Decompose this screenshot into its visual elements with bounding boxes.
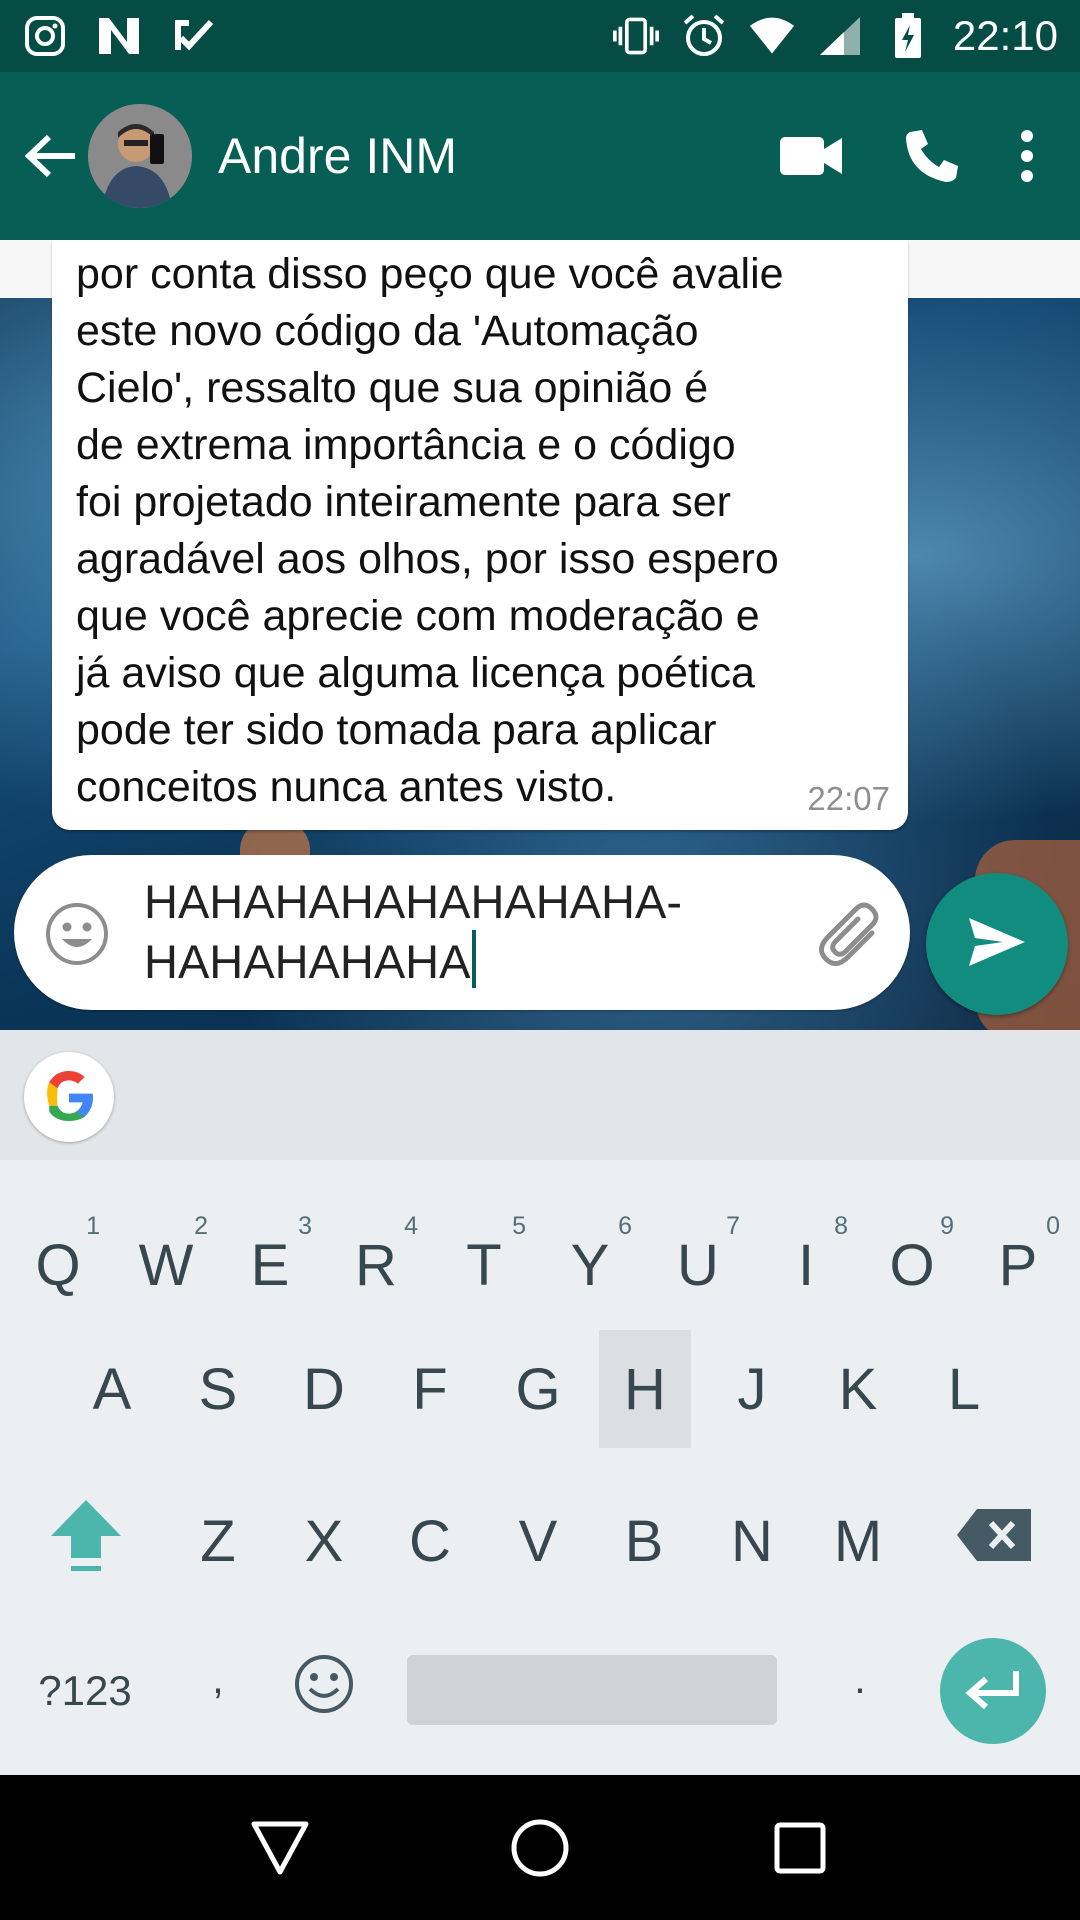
notification-n-icon: [96, 13, 142, 59]
key-l[interactable]: L: [918, 1330, 1010, 1448]
vibrate-icon: [612, 13, 659, 59]
key-p[interactable]: P0: [972, 1206, 1064, 1324]
message-input[interactable]: HAHAHAHAHAHAHAHA- HAHAHAHAHA: [144, 873, 764, 990]
emoji-key[interactable]: [278, 1632, 370, 1750]
google-search-icon[interactable]: [24, 1052, 114, 1142]
back-arrow-icon[interactable]: [16, 121, 86, 191]
period-key[interactable]: .: [814, 1620, 906, 1738]
back-triangle-icon[interactable]: [240, 1808, 320, 1888]
alarm-icon: [681, 13, 727, 59]
key-w[interactable]: W2: [120, 1206, 212, 1324]
chat-header: Andre INM: [0, 72, 1080, 240]
contact-name[interactable]: Andre INM: [218, 127, 457, 185]
enter-key[interactable]: [940, 1638, 1046, 1744]
key-a[interactable]: A: [66, 1330, 158, 1448]
emoji-key-icon: [293, 1653, 355, 1729]
key-u[interactable]: U7: [652, 1206, 744, 1324]
message-input-value: HAHAHAHAHAHAHAHA- HAHAHAHAHA: [144, 875, 682, 988]
home-circle-icon[interactable]: [500, 1808, 580, 1888]
key-o[interactable]: O9: [866, 1206, 958, 1324]
comma-key[interactable]: ,: [172, 1620, 264, 1738]
key-hint: 8: [834, 1212, 848, 1240]
shift-arrow-icon: [49, 1496, 123, 1586]
text-caret: [472, 930, 477, 988]
key-hint: 2: [194, 1212, 208, 1240]
key-j[interactable]: J: [706, 1330, 798, 1448]
recents-square-icon[interactable]: [760, 1808, 840, 1888]
key-r[interactable]: R4: [330, 1206, 422, 1324]
status-bar: 22:10: [0, 0, 1080, 72]
key-v[interactable]: V: [492, 1482, 584, 1600]
key-h[interactable]: H: [599, 1330, 691, 1448]
key-g[interactable]: G: [492, 1330, 584, 1448]
key-m[interactable]: M: [812, 1482, 904, 1600]
suggestion-strip: [0, 1030, 1080, 1160]
message-bubble[interactable]: por conta disso peço que você avalie est…: [52, 240, 908, 830]
space-key[interactable]: [407, 1655, 777, 1725]
key-z[interactable]: Z: [172, 1482, 264, 1600]
attachment-icon[interactable]: [814, 899, 888, 973]
key-hint: 5: [512, 1212, 526, 1240]
key-hint: 3: [298, 1212, 312, 1240]
signal-icon: [817, 13, 863, 59]
key-b[interactable]: B: [598, 1482, 690, 1600]
backspace-icon: [957, 1508, 1031, 1575]
key-hint: 4: [404, 1212, 418, 1240]
backspace-key[interactable]: [948, 1482, 1040, 1600]
key-s[interactable]: S: [172, 1330, 264, 1448]
key-hint: 6: [618, 1212, 632, 1240]
message-text: por conta disso peço que você avalie est…: [76, 250, 784, 811]
wifi-icon: [749, 13, 795, 59]
key-hint: 9: [940, 1212, 954, 1240]
shift-key[interactable]: [40, 1482, 132, 1600]
symbols-key[interactable]: ?123: [30, 1632, 140, 1750]
key-f[interactable]: F: [384, 1330, 476, 1448]
key-t[interactable]: T5: [438, 1206, 530, 1324]
key-n[interactable]: N: [706, 1482, 798, 1600]
emoji-icon[interactable]: [44, 901, 110, 967]
key-i[interactable]: I8: [760, 1206, 852, 1324]
key-e[interactable]: E3: [224, 1206, 316, 1324]
send-icon: [967, 916, 1027, 973]
key-hint: 7: [726, 1212, 740, 1240]
key-hint: 1: [86, 1212, 100, 1240]
battery-charging-icon: [885, 13, 931, 59]
task-check-icon: [170, 13, 216, 59]
key-y[interactable]: Y6: [544, 1206, 636, 1324]
key-c[interactable]: C: [384, 1482, 476, 1600]
key-x[interactable]: X: [278, 1482, 370, 1600]
key-q[interactable]: Q1: [12, 1206, 104, 1324]
send-button[interactable]: [926, 873, 1068, 1015]
message-time: 22:07: [807, 780, 890, 817]
message-composer[interactable]: HAHAHAHAHAHAHAHA- HAHAHAHAHA: [14, 855, 910, 1010]
enter-icon: [964, 1669, 1022, 1714]
phone-call-icon[interactable]: [872, 106, 992, 206]
keyboard: Q1 W2 E3 R4 T5 Y6 U7 I8 O9 P0 A S D F G …: [0, 1030, 1080, 1775]
video-call-icon[interactable]: [752, 106, 872, 206]
instagram-icon: [22, 13, 68, 59]
key-d[interactable]: D: [278, 1330, 370, 1448]
navigation-bar: [0, 1775, 1080, 1920]
key-k[interactable]: K: [812, 1330, 904, 1448]
avatar[interactable]: [88, 104, 192, 208]
status-time: 22:10: [952, 12, 1058, 59]
more-options-icon[interactable]: [992, 106, 1062, 206]
key-hint: 0: [1046, 1212, 1060, 1240]
